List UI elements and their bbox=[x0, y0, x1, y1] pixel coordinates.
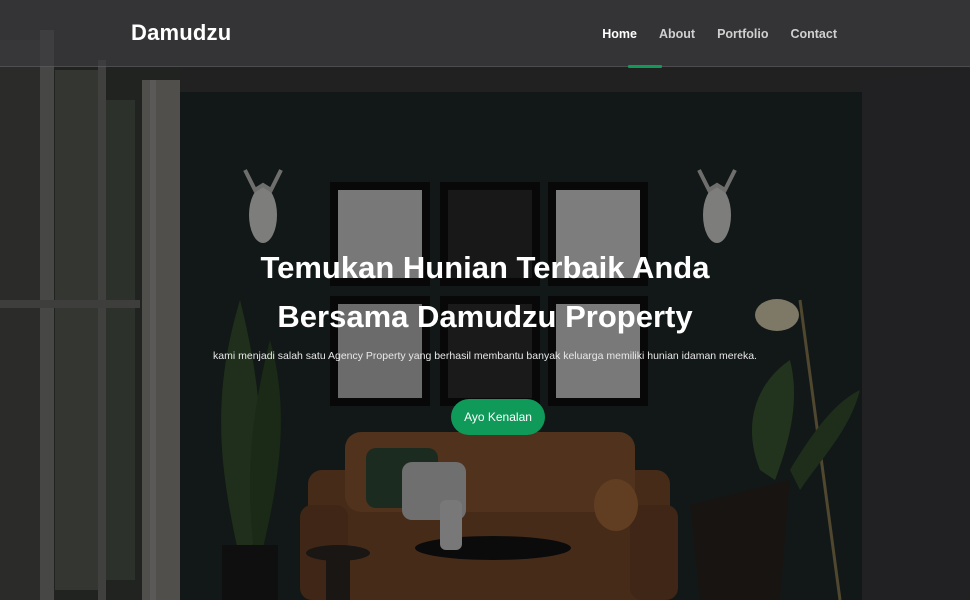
hero-section: Damudzu Home About Portfolio Contact Tem… bbox=[0, 0, 970, 600]
hero-subtitle: kami menjadi salah satu Agency Property … bbox=[213, 350, 757, 362]
brand-logo[interactable]: Damudzu bbox=[131, 20, 231, 46]
cta-button[interactable]: Ayo Kenalan bbox=[451, 399, 545, 435]
hero-title: Temukan Hunian Terbaik Anda Bersama Damu… bbox=[0, 243, 970, 341]
active-nav-indicator bbox=[628, 65, 662, 68]
nav-link-portfolio[interactable]: Portfolio bbox=[717, 27, 768, 41]
navbar: Damudzu Home About Portfolio Contact bbox=[0, 0, 970, 67]
hero-title-line-1: Temukan Hunian Terbaik Anda bbox=[260, 250, 710, 285]
main-nav: Home About Portfolio Contact bbox=[602, 27, 837, 41]
nav-link-contact[interactable]: Contact bbox=[790, 27, 837, 41]
nav-link-about[interactable]: About bbox=[659, 27, 695, 41]
nav-link-home[interactable]: Home bbox=[602, 27, 637, 41]
hero-title-line-2: Bersama Damudzu Property bbox=[277, 299, 693, 334]
